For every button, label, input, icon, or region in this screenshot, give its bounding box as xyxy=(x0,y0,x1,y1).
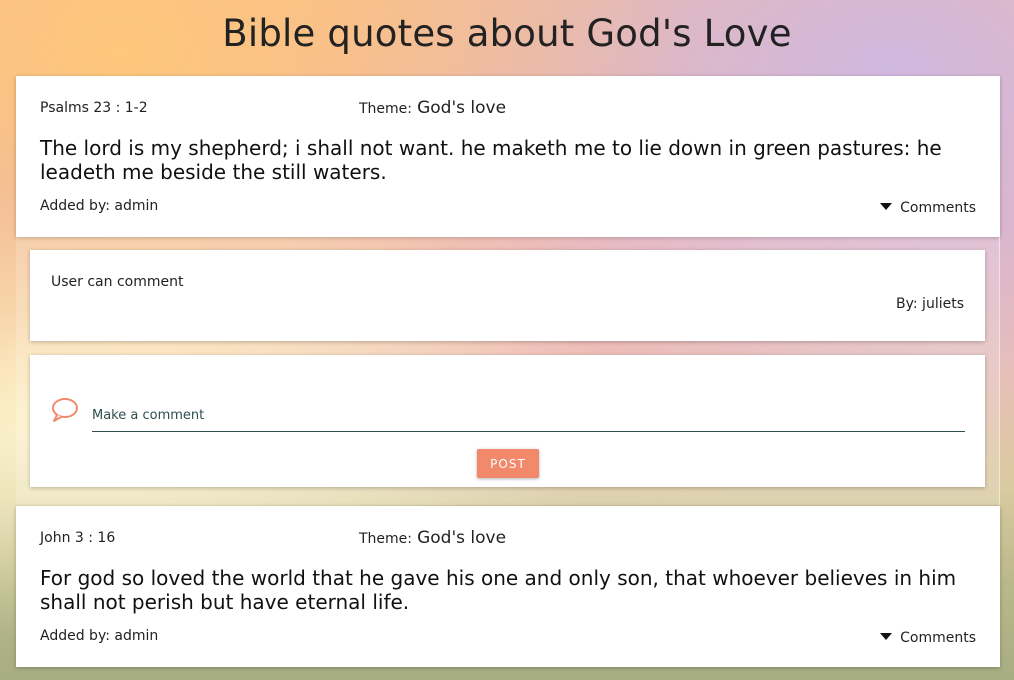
quote-theme: Theme: God's love xyxy=(359,98,506,118)
comment-text: User can comment xyxy=(51,274,184,290)
caret-down-icon xyxy=(880,203,893,210)
comment-input[interactable] xyxy=(92,399,965,432)
comments-toggle-label: Comments xyxy=(900,200,976,216)
quote-reference: John 3 : 16 xyxy=(40,530,116,546)
comment-form: POST xyxy=(30,355,985,487)
quote-text: The lord is my shepherd; i shall not wan… xyxy=(40,136,942,184)
theme-label: Theme: xyxy=(359,101,413,117)
added-by: Added by: admin xyxy=(40,628,159,644)
speech-bubble-icon xyxy=(52,398,78,422)
page-title: Bible quotes about God's Love xyxy=(222,12,792,55)
comment-author: By: juliets xyxy=(896,296,964,312)
caret-down-icon xyxy=(880,633,893,640)
quote-reference: Psalms 23 : 1-2 xyxy=(40,100,148,116)
quote-text: For god so loved the world that he gave … xyxy=(40,566,957,614)
comment-item: User can comment By: juliets xyxy=(30,250,985,341)
theme-value: God's love xyxy=(417,98,507,118)
theme-value: God's love xyxy=(417,528,507,548)
theme-label: Theme: xyxy=(359,531,413,547)
quote-card: Psalms 23 : 1-2 Theme: God's love The lo… xyxy=(16,76,1000,237)
comments-toggle-label: Comments xyxy=(900,630,976,646)
quote-theme: Theme: God's love xyxy=(359,528,506,548)
comments-toggle[interactable]: Comments xyxy=(880,200,976,216)
quote-card: John 3 : 16 Theme: God's love For god so… xyxy=(16,506,1000,667)
added-by: Added by: admin xyxy=(40,198,159,214)
comments-toggle[interactable]: Comments xyxy=(880,630,976,646)
post-button[interactable]: POST xyxy=(477,449,539,478)
